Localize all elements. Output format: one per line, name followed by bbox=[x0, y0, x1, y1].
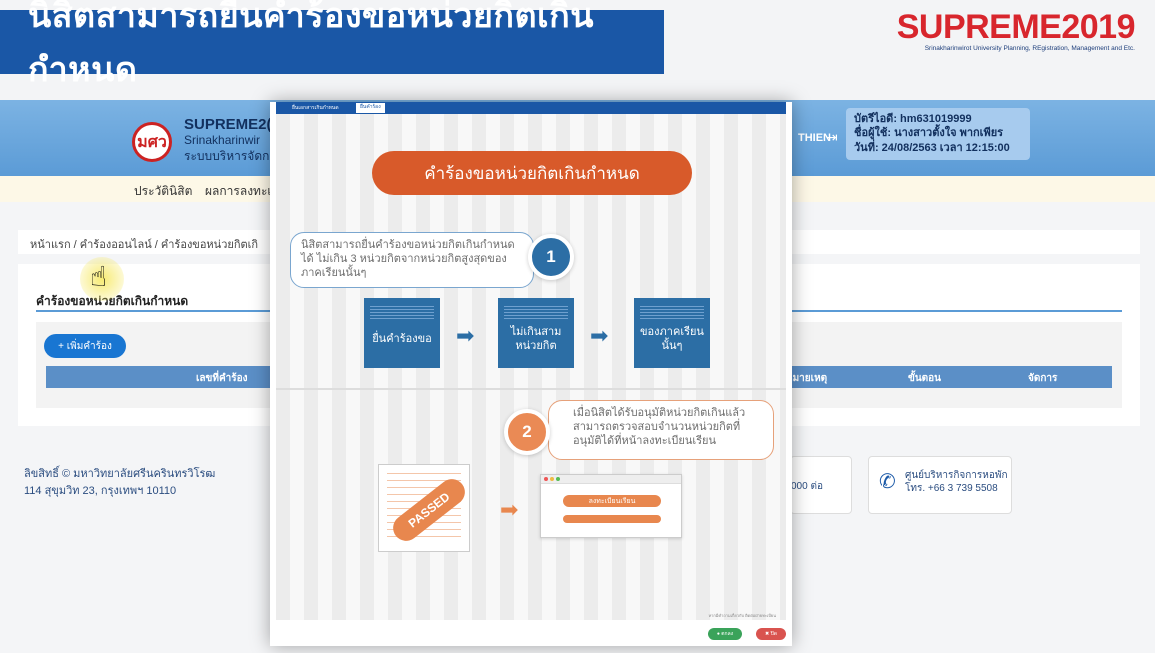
flow-step-submit-label: ยื่นคำร้องขอ bbox=[372, 332, 432, 345]
app-title-line2: Srinakharinwir bbox=[184, 133, 261, 147]
bar-illustration bbox=[563, 515, 661, 523]
modal-title: คำร้องขอหน่วยกิตเกินกำหนด bbox=[372, 151, 692, 195]
step2-number: 2 bbox=[504, 409, 550, 455]
passed-document-illustration: PASSED bbox=[378, 464, 470, 552]
user-info-box: บัตรีไอดี: hm631019999 ชื่อผู้ใช้: นางสา… bbox=[846, 108, 1030, 160]
tab-submit-request[interactable]: ยื่นคำร้อง bbox=[356, 103, 385, 113]
close-button[interactable]: ✖ ปิด bbox=[756, 628, 786, 640]
instruction-slide: คำร้องขอหน่วยกิตเกินกำหนด นิสิตสามารถยื่… bbox=[276, 114, 786, 620]
app-title: SUPREME2( Srinakharinwir ระบบบริหารจัดก bbox=[184, 116, 272, 166]
app-title-line3: ระบบบริหารจัดก bbox=[184, 149, 270, 163]
supreme-logo: SUPREME2019 Srinakharinwirot University … bbox=[896, 8, 1136, 52]
nav-item-student-history[interactable]: ประวัตินิสิต bbox=[134, 182, 192, 201]
step1-number: 1 bbox=[528, 234, 574, 280]
copyright-text: ลิขสิทธิ์ © มหาวิทยาลัยศรีนครินทรวิโรฒ bbox=[24, 468, 216, 480]
window-dot-icon bbox=[556, 477, 560, 481]
flow-step-limit: ไม่เกินสามหน่วยกิต bbox=[498, 298, 574, 368]
tab-late-documents[interactable]: ยื่นเอกสารเกินกำหนด bbox=[292, 104, 339, 112]
flow-step-semester: ของภาคเรียนนั้นๆ bbox=[634, 298, 710, 368]
app-title-line1: SUPREME2( bbox=[184, 116, 272, 133]
contact-phone-partial: 000 ต่อ bbox=[791, 481, 823, 492]
arrow-right-icon: ➡ bbox=[500, 498, 519, 523]
pointer-hand-icon: ☝ bbox=[90, 260, 108, 293]
browser-bar bbox=[541, 475, 681, 484]
nav-item-registration-results[interactable]: ผลการลงทะเบ bbox=[205, 182, 279, 201]
step2-text: เมื่อนิสิตได้รับอนุมัติหน่วยกิตเกินแล้ว … bbox=[548, 400, 774, 460]
user-name: ชื่อผู้ใช้: นางสาวตั้งใจ พากเพียร bbox=[854, 127, 1004, 140]
browser-illustration: ลงทะเบียนเรียน bbox=[540, 474, 682, 538]
flow-step-submit: ยื่นคำร้องขอ bbox=[364, 298, 440, 368]
supreme-logo-text: SUPREME2019 bbox=[896, 8, 1136, 46]
user-id: บัตรีไอดี: hm631019999 bbox=[854, 113, 972, 125]
window-dot-icon bbox=[550, 477, 554, 481]
university-logo-icon: มศว bbox=[132, 122, 172, 162]
dorm-center-box: ✆ ศูนย์บริหารกิจการหอพัก โทร. +66 3 739 … bbox=[868, 456, 1012, 514]
instruction-modal: ยื่นเอกสารเกินกำหนด ยื่นคำร้อง คำร้องขอห… bbox=[270, 102, 792, 646]
login-datetime: วันที่: 24/08/2563 เวลา 12:15:00 bbox=[854, 141, 1010, 154]
section-divider bbox=[276, 388, 786, 390]
ok-button[interactable]: ● ตกลง bbox=[708, 628, 742, 640]
col-manage: จัดการ bbox=[1028, 373, 1058, 384]
window-dot-icon bbox=[544, 477, 548, 481]
modal-footer: หากมีคำถามเกี่ยวกับ ติดต่อฝ่ายทะเบียน ● … bbox=[276, 613, 786, 646]
phone-icon: ✆ bbox=[879, 471, 896, 493]
flow-step-limit-label: ไม่เกินสามหน่วยกิต bbox=[510, 325, 562, 352]
dorm-center-name: ศูนย์บริหารกิจการหอพัก bbox=[905, 470, 1008, 481]
step1-text: นิสิตสามารถยื่นคำร้องขอหน่วยกิตเกินกำหนด… bbox=[290, 232, 534, 288]
modal-tabs: ยื่นเอกสารเกินกำหนด ยื่นคำร้อง bbox=[276, 102, 786, 114]
col-step: ขั้นตอน bbox=[908, 373, 942, 384]
supreme-logo-subtitle: Srinakharinwirot University Planning, RE… bbox=[924, 45, 1135, 52]
slide-banner-title: นิสิตสามารถยื่นคำร้องขอหน่วยกิตเกินกำหนด bbox=[0, 0, 664, 89]
logout-icon[interactable]: ⇥ bbox=[826, 130, 838, 146]
arrow-right-icon: ➡ bbox=[456, 324, 475, 349]
col-remark: หมายเหตุ bbox=[786, 373, 828, 384]
contact-box-partial: 000 ต่อ bbox=[790, 456, 852, 514]
modal-footnote: หากมีคำถามเกี่ยวกับ ติดต่อฝ่ายทะเบียน bbox=[708, 613, 776, 618]
dorm-center-phone: โทร. +66 3 739 5508 bbox=[905, 483, 998, 494]
footer-copyright: ลิขสิทธิ์ © มหาวิทยาลัยศรีนครินทรวิโรฒ 1… bbox=[24, 466, 215, 499]
register-button-illustration: ลงทะเบียนเรียน bbox=[563, 495, 661, 507]
arrow-right-icon: ➡ bbox=[590, 324, 609, 349]
flow-step-semester-label: ของภาคเรียนนั้นๆ bbox=[640, 325, 704, 352]
add-request-button[interactable]: + เพิ่มคำร้อง bbox=[44, 334, 126, 358]
col-request-number: เลขที่คำร้อง bbox=[196, 373, 248, 384]
address-text: 114 สุขุมวิท 23, กรุงเทพฯ 10110 bbox=[24, 484, 177, 497]
